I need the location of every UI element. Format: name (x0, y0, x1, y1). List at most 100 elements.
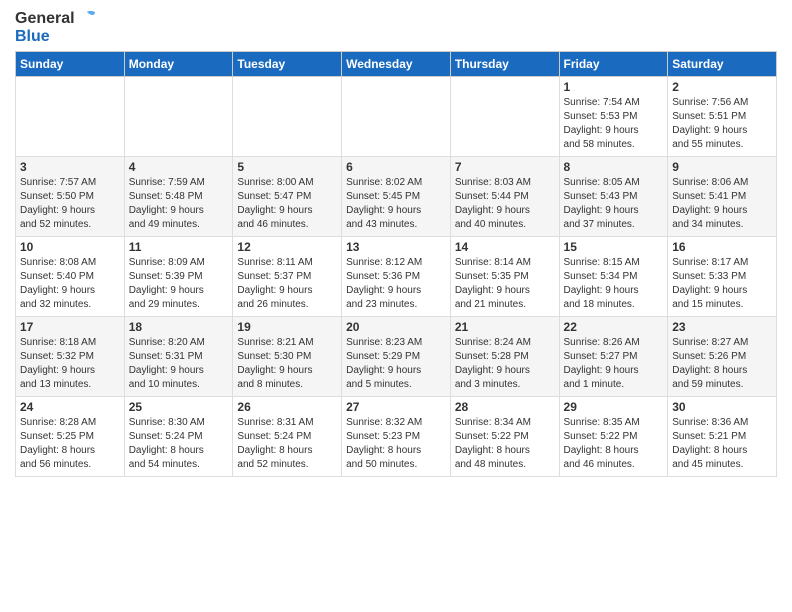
logo-text-blue: Blue (15, 28, 97, 46)
day-number: 8 (564, 160, 664, 174)
calendar-cell: 7 Sunrise: 8:03 AMSunset: 5:44 PMDaylight… (450, 156, 559, 236)
page-container: General Blue SundayMondayTuesdayWednesda… (0, 0, 792, 482)
calendar-week-2: 3 Sunrise: 7:57 AMSunset: 5:50 PMDaylight… (16, 156, 777, 236)
day-info: Sunrise: 8:32 AMSunset: 5:23 PMDaylight:… (346, 416, 446, 472)
calendar-cell: 27 Sunrise: 8:32 AMSunset: 5:23 PMDayligh… (342, 396, 451, 476)
calendar-cell (16, 76, 125, 156)
calendar-cell: 19 Sunrise: 8:21 AMSunset: 5:30 PMDayligh… (233, 316, 342, 396)
calendar-cell: 4 Sunrise: 7:59 AMSunset: 5:48 PMDaylight… (124, 156, 233, 236)
day-info: Sunrise: 8:14 AMSunset: 5:35 PMDaylight:… (455, 256, 555, 312)
day-number: 25 (129, 400, 229, 414)
calendar-week-5: 24 Sunrise: 8:28 AMSunset: 5:25 PMDayligh… (16, 396, 777, 476)
day-number: 27 (346, 400, 446, 414)
day-number: 3 (20, 160, 120, 174)
day-number: 14 (455, 240, 555, 254)
day-info: Sunrise: 8:20 AMSunset: 5:31 PMDaylight:… (129, 336, 229, 392)
calendar-cell: 26Sunrise: 8:31 AMSunset: 5:24 PMDayligh… (233, 396, 342, 476)
calendar-cell: 11 Sunrise: 8:09 AMSunset: 5:39 PMDayligh… (124, 236, 233, 316)
day-number: 11 (129, 240, 229, 254)
calendar-week-4: 17 Sunrise: 8:18 AMSunset: 5:32 PMDayligh… (16, 316, 777, 396)
day-number: 17 (20, 320, 120, 334)
calendar-cell: 1Sunrise: 7:54 AMSunset: 5:53 PMDaylight… (559, 76, 668, 156)
day-info: Sunrise: 8:03 AMSunset: 5:44 PMDaylight:… (455, 176, 555, 232)
day-info: Sunrise: 8:31 AMSunset: 5:24 PMDaylight:… (237, 416, 337, 472)
calendar-cell: 16 Sunrise: 8:17 AMSunset: 5:33 PMDayligh… (668, 236, 777, 316)
calendar-week-1: 1Sunrise: 7:54 AMSunset: 5:53 PMDaylight… (16, 76, 777, 156)
col-header-sunday: Sunday (16, 51, 125, 76)
day-number: 16 (672, 240, 772, 254)
day-info: Sunrise: 7:59 AMSunset: 5:48 PMDaylight:… (129, 176, 229, 232)
calendar-cell: 10 Sunrise: 8:08 AMSunset: 5:40 PMDayligh… (16, 236, 125, 316)
calendar-cell (124, 76, 233, 156)
calendar-cell: 8Sunrise: 8:05 AMSunset: 5:43 PMDaylight… (559, 156, 668, 236)
day-number: 9 (672, 160, 772, 174)
day-number: 2 (672, 80, 772, 94)
calendar-cell: 12 Sunrise: 8:11 AMSunset: 5:37 PMDayligh… (233, 236, 342, 316)
day-info: Sunrise: 8:08 AMSunset: 5:40 PMDaylight:… (20, 256, 120, 312)
calendar-cell (233, 76, 342, 156)
day-info: Sunrise: 8:09 AMSunset: 5:39 PMDaylight:… (129, 256, 229, 312)
calendar-cell: 6Sunrise: 8:02 AMSunset: 5:45 PMDaylight… (342, 156, 451, 236)
day-number: 7 (455, 160, 555, 174)
day-number: 18 (129, 320, 229, 334)
calendar-cell: 25 Sunrise: 8:30 AMSunset: 5:24 PMDayligh… (124, 396, 233, 476)
col-header-saturday: Saturday (668, 51, 777, 76)
calendar-cell: 14 Sunrise: 8:14 AMSunset: 5:35 PMDayligh… (450, 236, 559, 316)
day-info: Sunrise: 8:17 AMSunset: 5:33 PMDaylight:… (672, 256, 772, 312)
calendar-cell: 22 Sunrise: 8:26 AMSunset: 5:27 PMDayligh… (559, 316, 668, 396)
calendar-cell: 20Sunrise: 8:23 AMSunset: 5:29 PMDayligh… (342, 316, 451, 396)
day-number: 1 (564, 80, 664, 94)
calendar-cell: 3 Sunrise: 7:57 AMSunset: 5:50 PMDaylight… (16, 156, 125, 236)
day-number: 15 (564, 240, 664, 254)
day-number: 30 (672, 400, 772, 414)
calendar-cell: 21 Sunrise: 8:24 AMSunset: 5:28 PMDayligh… (450, 316, 559, 396)
day-number: 28 (455, 400, 555, 414)
day-info: Sunrise: 8:12 AMSunset: 5:36 PMDaylight:… (346, 256, 446, 312)
day-number: 10 (20, 240, 120, 254)
calendar-cell: 5Sunrise: 8:00 AMSunset: 5:47 PMDaylight… (233, 156, 342, 236)
calendar-cell: 13Sunrise: 8:12 AMSunset: 5:36 PMDayligh… (342, 236, 451, 316)
day-info: Sunrise: 8:02 AMSunset: 5:45 PMDaylight:… (346, 176, 446, 232)
header: General Blue (15, 10, 777, 46)
day-info: Sunrise: 8:35 AMSunset: 5:22 PMDaylight:… (564, 416, 664, 472)
day-number: 12 (237, 240, 337, 254)
calendar-cell (450, 76, 559, 156)
day-number: 19 (237, 320, 337, 334)
day-info: Sunrise: 8:26 AMSunset: 5:27 PMDaylight:… (564, 336, 664, 392)
col-header-wednesday: Wednesday (342, 51, 451, 76)
calendar-table: SundayMondayTuesdayWednesdayThursdayFrid… (15, 51, 777, 477)
day-info: Sunrise: 8:27 AMSunset: 5:26 PMDaylight:… (672, 336, 772, 392)
day-info: Sunrise: 8:36 AMSunset: 5:21 PMDaylight:… (672, 416, 772, 472)
day-info: Sunrise: 8:21 AMSunset: 5:30 PMDaylight:… (237, 336, 337, 392)
day-info: Sunrise: 8:18 AMSunset: 5:32 PMDaylight:… (20, 336, 120, 392)
day-number: 23 (672, 320, 772, 334)
day-info: Sunrise: 7:57 AMSunset: 5:50 PMDaylight:… (20, 176, 120, 232)
day-number: 4 (129, 160, 229, 174)
day-info: Sunrise: 8:11 AMSunset: 5:37 PMDaylight:… (237, 256, 337, 312)
day-number: 21 (455, 320, 555, 334)
calendar-cell: 29 Sunrise: 8:35 AMSunset: 5:22 PMDayligh… (559, 396, 668, 476)
calendar-cell: 23 Sunrise: 8:27 AMSunset: 5:26 PMDayligh… (668, 316, 777, 396)
day-info: Sunrise: 8:30 AMSunset: 5:24 PMDaylight:… (129, 416, 229, 472)
day-info: Sunrise: 8:24 AMSunset: 5:28 PMDaylight:… (455, 336, 555, 392)
calendar-cell: 18 Sunrise: 8:20 AMSunset: 5:31 PMDayligh… (124, 316, 233, 396)
col-header-friday: Friday (559, 51, 668, 76)
day-number: 5 (237, 160, 337, 174)
logo: General Blue (15, 10, 97, 46)
col-header-thursday: Thursday (450, 51, 559, 76)
day-info: Sunrise: 8:28 AMSunset: 5:25 PMDaylight:… (20, 416, 120, 472)
calendar-cell: 9 Sunrise: 8:06 AMSunset: 5:41 PMDaylight… (668, 156, 777, 236)
calendar-cell: 2Sunrise: 7:56 AMSunset: 5:51 PMDaylight… (668, 76, 777, 156)
calendar-header-row: SundayMondayTuesdayWednesdayThursdayFrid… (16, 51, 777, 76)
calendar-cell: 30 Sunrise: 8:36 AMSunset: 5:21 PMDayligh… (668, 396, 777, 476)
calendar-week-3: 10 Sunrise: 8:08 AMSunset: 5:40 PMDayligh… (16, 236, 777, 316)
day-number: 29 (564, 400, 664, 414)
day-number: 24 (20, 400, 120, 414)
col-header-monday: Monday (124, 51, 233, 76)
calendar-cell: 28Sunrise: 8:34 AMSunset: 5:22 PMDayligh… (450, 396, 559, 476)
calendar-cell: 24 Sunrise: 8:28 AMSunset: 5:25 PMDayligh… (16, 396, 125, 476)
day-info: Sunrise: 8:23 AMSunset: 5:29 PMDaylight:… (346, 336, 446, 392)
day-info: Sunrise: 8:15 AMSunset: 5:34 PMDaylight:… (564, 256, 664, 312)
day-info: Sunrise: 8:06 AMSunset: 5:41 PMDaylight:… (672, 176, 772, 232)
day-number: 22 (564, 320, 664, 334)
